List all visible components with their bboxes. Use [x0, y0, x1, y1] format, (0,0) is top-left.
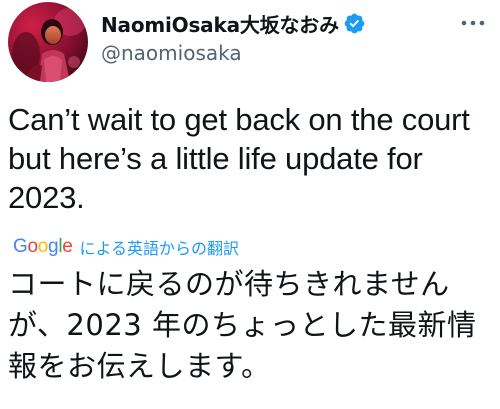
- google-logo: Google: [13, 236, 73, 257]
- more-horizontal-icon: [461, 20, 485, 26]
- translation-label[interactable]: による英語からの翻訳: [80, 235, 240, 259]
- tweet-text: Can’t wait to get back on the court but …: [8, 102, 470, 215]
- author-name-row: NaomiOsaka大坂なおみ: [101, 8, 366, 38]
- avatar-image: [8, 2, 88, 82]
- tweet: NaomiOsaka大坂なおみ @naomiosaka Can’t wait t…: [0, 0, 500, 409]
- verified-badge-icon: [343, 12, 366, 35]
- translation-attribution[interactable]: Google による英語からの翻訳: [13, 235, 239, 259]
- translated-text: コートに戻るのが待ちきれませんが、2023 年のちょっとした最新情報をお伝えしま…: [8, 267, 477, 383]
- more-options-button[interactable]: [455, 10, 491, 36]
- avatar[interactable]: [8, 2, 88, 82]
- author-handle[interactable]: @naomiosaka: [101, 41, 242, 65]
- display-name[interactable]: NaomiOsaka大坂なおみ: [101, 9, 339, 38]
